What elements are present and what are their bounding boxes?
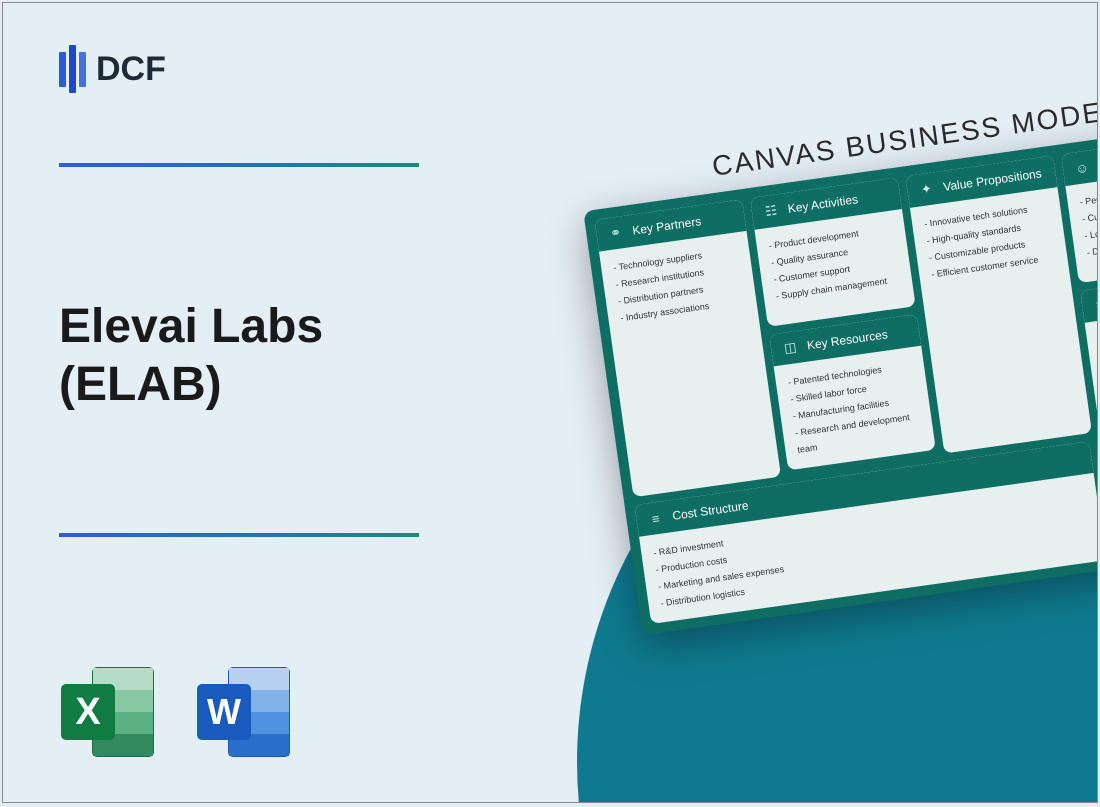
brand-name: DCF [96, 50, 166, 89]
card-key-activities: ☷Key Activities Product developmentQuali… [750, 177, 916, 326]
excel-icon: X [59, 662, 159, 762]
cost-icon: ≡ [645, 508, 665, 528]
divider-bottom [59, 533, 419, 537]
card-value-propositions: ✦Value Propositions Innovative tech solu… [905, 155, 1092, 453]
divider-top [59, 163, 419, 167]
activities-icon: ☷ [761, 201, 781, 221]
customer-rel-icon: ☺ [1072, 157, 1092, 177]
partners-icon: ⚭ [605, 223, 625, 243]
card-title: Key Resources [806, 327, 889, 352]
card-title: Key Activities [787, 192, 859, 216]
app-icons: X W [59, 662, 295, 762]
svg-text:W: W [207, 691, 241, 732]
word-icon: W [195, 662, 295, 762]
value-icon: ✦ [916, 179, 936, 199]
svg-text:X: X [75, 691, 101, 733]
document-frame: DCF Elevai Labs (ELAB) X W CANVAS BUSINE… [2, 2, 1098, 803]
canvas-preview: CANVAS BUSINESS MODEL ⚭Key Partners Tech… [577, 81, 1098, 636]
card-title: Cost Structure [672, 498, 750, 523]
card-title: Value Propositions [942, 166, 1042, 194]
brand-logo: DCF [59, 45, 166, 93]
page-title: Elevai Labs (ELAB) [59, 298, 323, 413]
card-title: Key Partners [631, 214, 702, 238]
card-key-partners: ⚭Key Partners Technology suppliersResear… [595, 199, 782, 497]
channels-icon: ⇄ [1091, 294, 1098, 314]
card-revenue-streams: $Revenue S Product salesService contract… [1097, 419, 1098, 559]
logo-bars-icon [59, 45, 86, 93]
resources-icon: ◫ [780, 338, 800, 358]
canvas-board: ⚭Key Partners Technology suppliersResear… [583, 122, 1098, 635]
card-key-resources: ◫Key Resources Patented technologiesSkil… [769, 314, 936, 471]
